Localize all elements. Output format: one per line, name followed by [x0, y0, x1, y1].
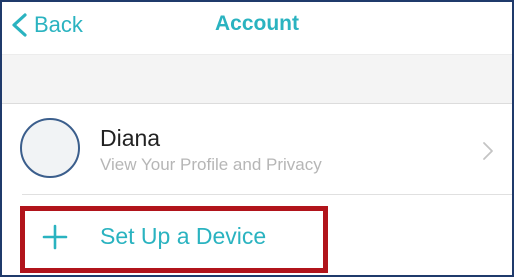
profile-row[interactable]: Diana View Your Profile and Privacy: [2, 105, 512, 195]
profile-name: Diana: [100, 125, 161, 151]
avatar: [20, 118, 80, 178]
set-up-device-row[interactable]: Set Up a Device: [2, 196, 512, 275]
page-title: Account: [215, 12, 299, 35]
set-up-device-label: Set Up a Device: [100, 223, 267, 249]
screen-frame: Back Account Diana View Your Profile and…: [0, 0, 514, 277]
chevron-right-icon: [483, 142, 493, 160]
navigation-bar: Back Account: [2, 2, 512, 54]
profile-subtitle: View Your Profile and Privacy: [100, 155, 322, 174]
row-divider: [22, 194, 512, 195]
section-spacer: [2, 54, 512, 104]
plus-icon: [42, 224, 68, 250]
